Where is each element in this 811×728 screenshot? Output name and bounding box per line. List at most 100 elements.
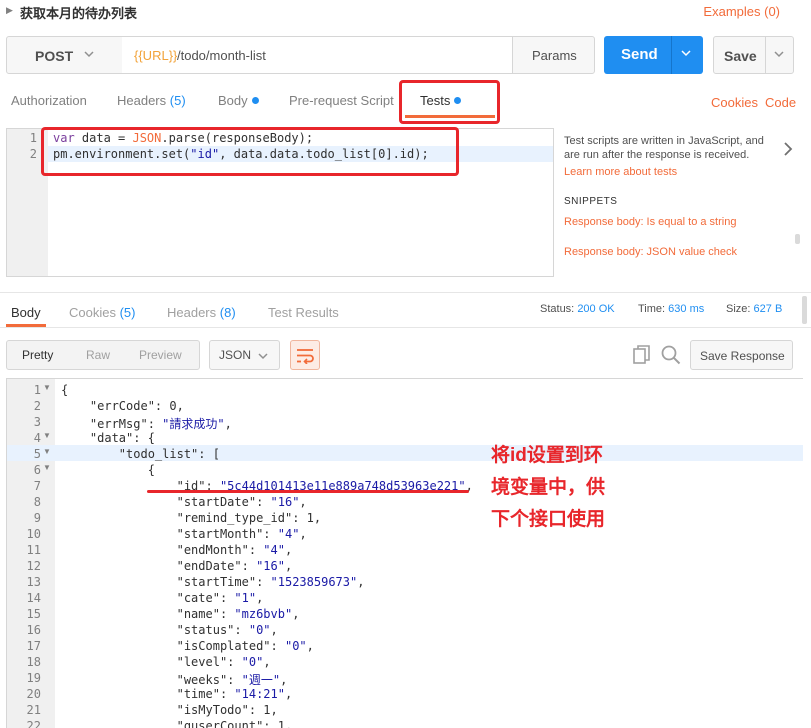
line-number: 1 [33, 383, 41, 397]
line-number: 18 [26, 655, 41, 669]
raw-button[interactable]: Raw [86, 348, 110, 362]
response-line: 1 ▼ { [7, 381, 803, 397]
response-line: 11 "endMonth": "4", [7, 541, 803, 557]
line-number: 19 [26, 671, 41, 685]
tab-headers[interactable]: Headers (5) [117, 93, 186, 108]
collapse-caret-icon[interactable]: ▶ [6, 5, 13, 16]
response-code: "data": { [61, 431, 155, 445]
title-bar: ▶ 获取本月的待办列表 Examples (0) [0, 0, 811, 24]
response-code: { [61, 463, 155, 477]
response-line: 14 "cate": "1", [7, 589, 803, 605]
request-title[interactable]: 获取本月的待办列表 [20, 3, 137, 22]
snippet-item[interactable]: Response body: Is equal to a string [564, 216, 736, 228]
response-code: "cate": "1", [61, 591, 264, 605]
response-code: "isMyTodo": 1, [61, 703, 278, 717]
response-line: 17 "isComplated": "0", [7, 637, 803, 653]
fold-toggle-icon[interactable]: ▼ [43, 447, 51, 456]
status-readout: Status: 200 OK [540, 303, 615, 315]
line-number: 5 [33, 447, 41, 461]
response-code: "guserCount": 1, [61, 719, 293, 728]
line-number: 16 [26, 623, 41, 637]
fold-toggle-icon[interactable]: ▼ [43, 463, 51, 472]
save-button[interactable]: Save [713, 36, 794, 74]
line-number: 22 [26, 719, 41, 728]
send-label: Send [621, 46, 658, 63]
examples-link[interactable]: Examples (0) [703, 4, 780, 19]
response-tab-test-results[interactable]: Test Results [268, 305, 339, 320]
chevron-right-icon[interactable] [783, 141, 793, 157]
response-line: 3 "errMsg": "請求成功", [7, 413, 803, 431]
url-variable: {{URL}} [134, 48, 178, 63]
body-modified-dot [251, 97, 259, 104]
response-body-viewer[interactable]: 1 ▼{2 "errCode": 0, 3 "errMsg": "請求成功", 4 ▼ … [6, 378, 803, 728]
save-divider [765, 37, 766, 73]
section-divider [0, 292, 811, 293]
format-label: JSON [219, 348, 252, 362]
response-code: "endDate": "16", [61, 559, 293, 573]
response-line: 4 ▼ "data": { [7, 429, 803, 445]
line-number: 14 [26, 591, 41, 605]
response-line: 13 "startTime": "1523859673", [7, 573, 803, 589]
line-number: 8 [33, 495, 41, 509]
send-button[interactable]: Send [604, 36, 703, 74]
response-code: "name": "mz6bvb", [61, 607, 300, 621]
save-response-button[interactable]: Save Response [690, 340, 793, 370]
save-label: Save [724, 48, 757, 64]
wrap-lines-button[interactable] [290, 340, 320, 370]
response-code: "time": "14:21", [61, 687, 293, 701]
response-line: 21 "isMyTodo": 1, [7, 701, 803, 717]
response-tab-headers[interactable]: Headers (8) [167, 305, 236, 320]
save-options-chevron-icon[interactable] [774, 49, 784, 59]
response-code: "isComplated": "0", [61, 639, 314, 653]
response-code: "startMonth": "4", [61, 527, 307, 541]
response-code: "status": "0", [61, 623, 278, 637]
tab-body[interactable]: Body [218, 93, 259, 108]
snippets-scrollbar[interactable] [795, 234, 800, 244]
id-red-underline [147, 490, 469, 493]
panel-scrollbar[interactable] [802, 296, 807, 324]
code-link[interactable]: Code [765, 95, 796, 110]
send-divider [671, 36, 672, 74]
tab-body-label: Body [218, 93, 248, 108]
response-line: 12 "endDate": "16", [7, 557, 803, 573]
pretty-button[interactable]: Pretty [22, 348, 53, 362]
learn-more-link[interactable]: Learn more about tests [564, 166, 677, 178]
snippet-item[interactable]: Response body: JSON value check [564, 246, 737, 258]
line-number: 10 [26, 527, 41, 541]
tab-prerequest-script[interactable]: Pre-request Script [289, 93, 394, 108]
wrap-lines-icon [297, 349, 314, 364]
tab-authorization[interactable]: Authorization [11, 93, 87, 108]
params-button[interactable]: Params [512, 36, 595, 74]
method-select[interactable]: POST [6, 36, 123, 74]
response-tab-cookies[interactable]: Cookies (5) [69, 305, 135, 320]
cookies-link[interactable]: Cookies [711, 95, 758, 110]
snippets-heading: SNIPPETS [564, 196, 618, 207]
chevron-down-icon [84, 51, 94, 58]
copy-icon[interactable] [633, 345, 651, 365]
response-code: "level": "0", [61, 655, 271, 669]
send-options-chevron-icon[interactable] [681, 48, 691, 58]
format-select[interactable]: JSON [209, 340, 280, 370]
fold-toggle-icon[interactable]: ▼ [43, 383, 51, 392]
tab-headers-count: (5) [169, 93, 186, 108]
url-path: /todo/month-list [177, 48, 266, 63]
response-line: 20 "time": "14:21", [7, 685, 803, 701]
response-line: 22 "guserCount": 1, [7, 717, 803, 728]
size-readout: Size: 627 B [726, 303, 783, 315]
search-icon[interactable] [661, 345, 681, 365]
response-line: 16 "status": "0", [7, 621, 803, 637]
response-tabs-divider [0, 327, 811, 328]
time-readout: Time: 630 ms [638, 303, 705, 315]
fold-toggle-icon[interactable]: ▼ [43, 431, 51, 440]
response-code: "errCode": 0, [61, 399, 184, 413]
response-code: "startDate": "16", [61, 495, 307, 509]
response-tab-body[interactable]: Body [11, 305, 41, 320]
response-line: 19 "weeks": "週一", [7, 669, 803, 687]
response-line: 9 "remind_type_id": 1, [7, 509, 803, 525]
url-input[interactable]: {{URL}} /todo/month-list [122, 36, 513, 74]
annotation-line: 将id设置到环 [491, 445, 603, 466]
line-number: 20 [26, 687, 41, 701]
line-number: 3 [33, 415, 41, 429]
response-line: 8 "startDate": "16", [7, 493, 803, 509]
preview-button[interactable]: Preview [139, 348, 182, 362]
